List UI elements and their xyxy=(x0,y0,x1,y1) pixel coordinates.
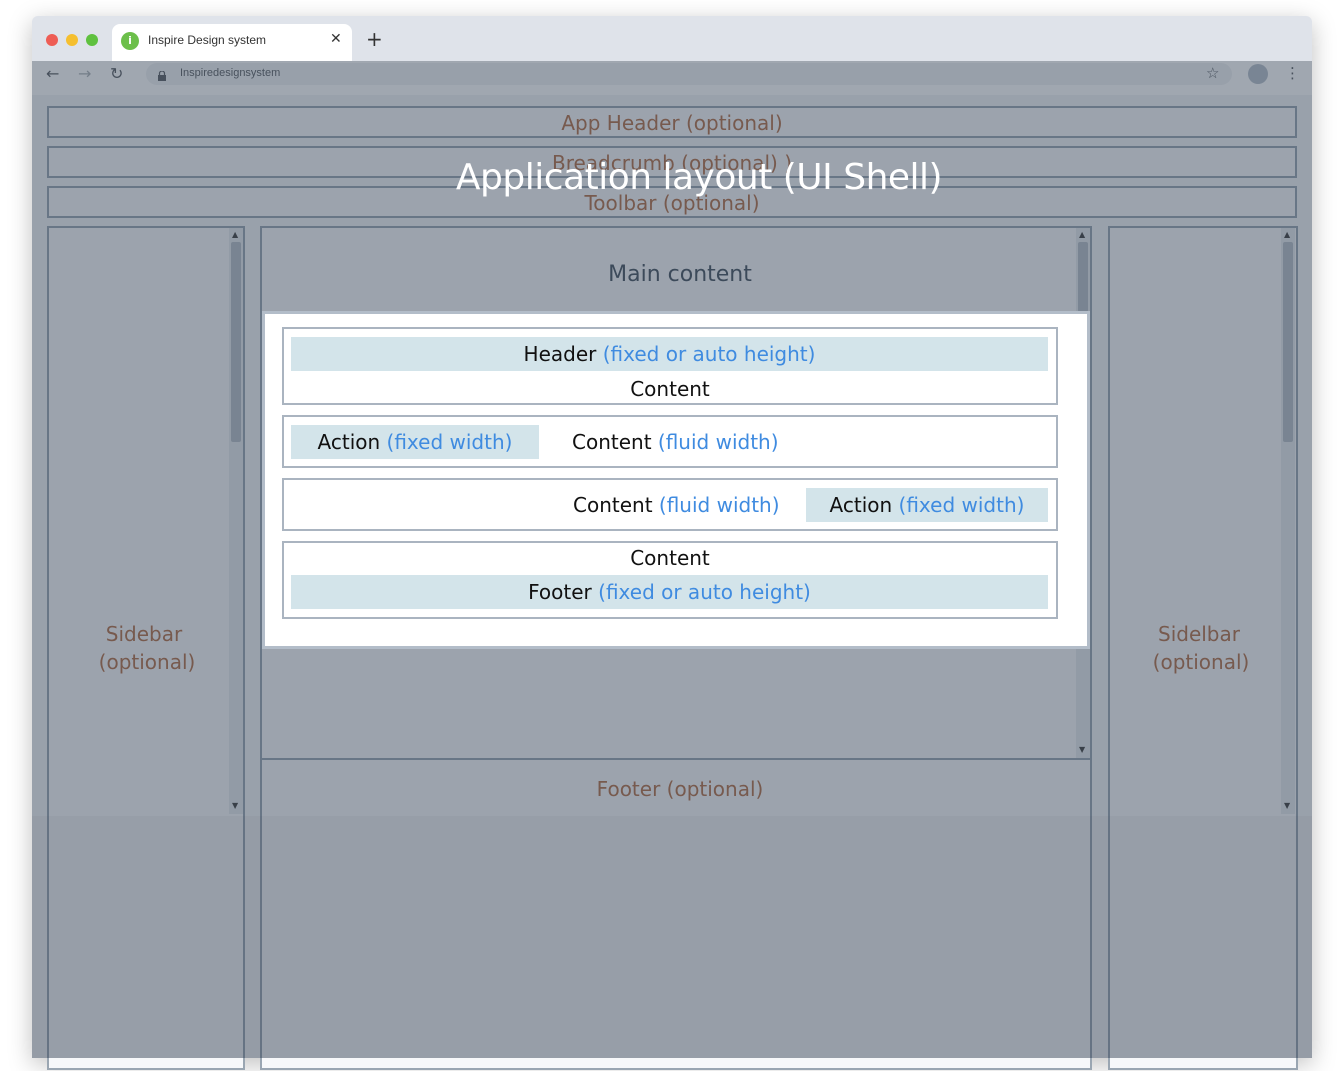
maximize-window-button[interactable] xyxy=(86,34,98,46)
minimize-window-button[interactable] xyxy=(66,34,78,46)
content-label: Content xyxy=(573,493,653,517)
action-label: Action xyxy=(317,430,381,454)
action-cell-text: Action (fixed width) xyxy=(291,428,539,456)
content-label: Content xyxy=(630,377,710,401)
content-cell-text: Content (fluid width) xyxy=(573,491,780,519)
close-window-button[interactable] xyxy=(46,34,58,46)
dim-overlay-lower xyxy=(32,816,1312,1058)
header-hint: (fixed or auto height) xyxy=(602,342,816,366)
footer-cell-text: Footer (fixed or auto height) xyxy=(291,578,1048,606)
content-label: Content xyxy=(572,430,652,454)
close-icon[interactable]: ✕ xyxy=(330,30,342,48)
footer-hint: (fixed or auto height) xyxy=(598,580,811,604)
action-cell-text: Action (fixed width) xyxy=(806,491,1048,519)
plus-icon[interactable]: + xyxy=(366,27,383,51)
content-hint: (fluid width) xyxy=(658,493,780,517)
site-logo-icon: i xyxy=(121,32,139,50)
action-label: Action xyxy=(829,493,893,517)
action-hint: (fixed width) xyxy=(898,493,1025,517)
action-hint: (fixed width) xyxy=(386,430,513,454)
tab-title: Inspire Design system xyxy=(148,33,267,47)
header-cell-text: Header (fixed or auto height) xyxy=(291,340,1048,368)
page-title: Application layout (UI Shell) xyxy=(455,157,943,198)
content-label: Content xyxy=(630,546,710,570)
header-label: Header xyxy=(523,342,597,366)
footer-label: Footer xyxy=(528,580,592,604)
content-cell-text: Content (fluid width) xyxy=(572,428,779,456)
content-hint: (fluid width) xyxy=(657,430,779,454)
